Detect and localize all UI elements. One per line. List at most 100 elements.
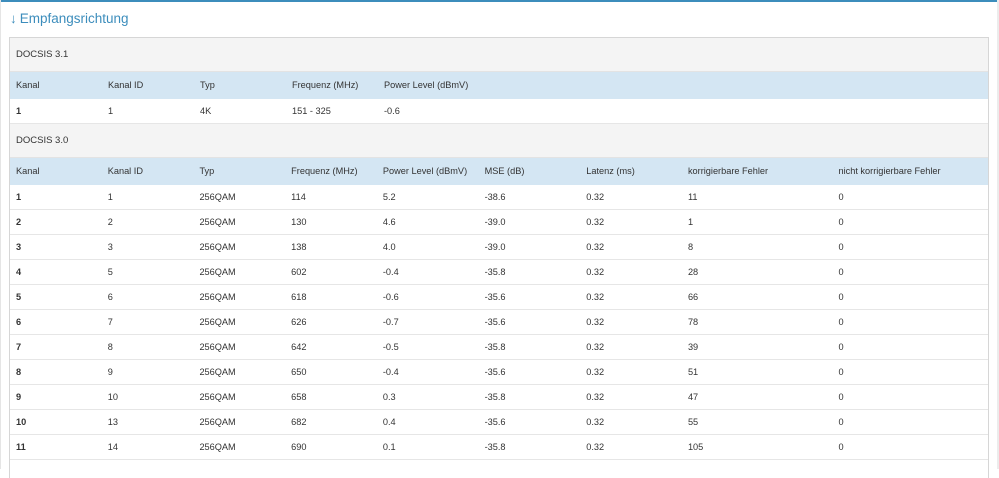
table-cell: 256QAM (199, 392, 236, 402)
table-cell: -35.6 (484, 367, 506, 377)
table-cell: 1 (107, 192, 113, 202)
col-header: Power Level (dBmV) (384, 80, 469, 90)
channel-number-cell: 8 (16, 367, 22, 377)
table-cell: 642 (291, 342, 307, 352)
col-header: Frequenz (MHz) (291, 166, 358, 176)
table-cell: 0 (838, 292, 844, 302)
col-header: Typ (199, 166, 215, 176)
table-cell: 55 (687, 417, 699, 427)
channel-number-cell: 1 (16, 106, 22, 116)
docsis30-heading: DOCSIS 3.0 (10, 124, 988, 158)
table-cell: 5.2 (382, 192, 396, 202)
col-header: Kanal ID (108, 80, 144, 90)
table-row: 6 7 256QAM 626 -0.7 -35.6 0.32 78 0 (10, 310, 988, 335)
channel-number-cell: 5 (16, 292, 22, 302)
docsis31-table-body: 1 1 4K 151 - 325 -0.6 (10, 99, 988, 124)
table-row: 1 1 4K 151 - 325 -0.6 (10, 99, 988, 124)
table-cell: -0.4 (382, 267, 399, 277)
col-header: Typ (200, 80, 215, 90)
docsis31-header-row: Kanal Kanal ID Typ Frequenz (MHz) Power … (10, 72, 988, 99)
table-cell: 256QAM (199, 192, 236, 202)
col-header: korrigierbare Fehler (687, 166, 769, 176)
col-header: Frequenz (MHz) (292, 80, 359, 90)
top-accent-line (0, 0, 999, 2)
table-cell: 0.4 (382, 417, 396, 427)
table-cell: 3 (107, 242, 113, 252)
table-row: 9 10 256QAM 658 0.3 -35.8 0.32 47 0 (10, 385, 988, 410)
table-cell: 0.32 (586, 292, 605, 302)
table-cell: 11 (687, 192, 698, 202)
table-row: 11 14 256QAM 690 0.1 -35.8 0.32 105 0 (10, 435, 988, 460)
channel-number-cell: 7 (16, 342, 22, 352)
table-cell: -35.6 (484, 317, 506, 327)
table-cell: 4.6 (382, 217, 396, 227)
channel-number-cell: 3 (16, 242, 22, 252)
table-cell: 6 (107, 292, 113, 302)
col-header: MSE (dB) (484, 166, 525, 176)
channel-number-cell: 4 (16, 267, 22, 277)
table-cell: 9 (107, 367, 113, 377)
channel-number-cell: 10 (16, 417, 27, 427)
table-row: 4 5 256QAM 602 -0.4 -35.8 0.32 28 0 (10, 260, 988, 285)
table-cell: 0.32 (586, 317, 605, 327)
table-cell: 0.32 (586, 192, 605, 202)
table-cell: 39 (687, 342, 699, 352)
table-cell: 51 (687, 367, 699, 377)
table-cell: 114 (291, 192, 306, 202)
table-cell: 1 (687, 217, 694, 227)
table-cell: 0 (838, 342, 844, 352)
table-cell: 256QAM (199, 267, 236, 277)
table-cell: 78 (687, 317, 699, 327)
table-cell: 2 (107, 217, 113, 227)
table-cell: 0.1 (382, 442, 396, 452)
table-cell: 0 (838, 442, 844, 452)
table-cell: 1 (108, 106, 114, 116)
table-cell: 256QAM (199, 217, 236, 227)
channel-number-cell: 9 (16, 392, 22, 402)
table-cell: 0 (838, 192, 844, 202)
section-title-empfangsrichtung[interactable]: ↓ Empfangsrichtung (10, 9, 129, 29)
table-cell: 0.32 (586, 442, 605, 452)
docsis31-heading: DOCSIS 3.1 (10, 38, 988, 72)
table-row: 1 1 256QAM 114 5.2 -38.6 0.32 11 0 (10, 185, 988, 210)
table-cell: 4K (200, 106, 212, 116)
table-cell: 682 (291, 417, 307, 427)
table-row: 5 6 256QAM 618 -0.6 -35.6 0.32 66 0 (10, 285, 988, 310)
table-cell: 0 (838, 392, 844, 402)
channel-number-cell: 2 (16, 217, 22, 227)
table-cell: 0.32 (586, 392, 605, 402)
docsis30-header-row: Kanal Kanal ID Typ Frequenz (MHz) Power … (10, 158, 988, 185)
table-cell: 10 (107, 392, 118, 402)
table-cell: -39.0 (484, 242, 506, 252)
table-cell: -35.8 (484, 267, 506, 277)
table-cell: 0.3 (382, 392, 396, 402)
table-cell: 14 (107, 442, 118, 452)
left-border (0, 0, 1, 469)
table-cell: 0 (838, 417, 844, 427)
col-header: Latenz (ms) (586, 166, 635, 176)
table-cell: 256QAM (199, 317, 236, 327)
table-cell: 256QAM (199, 367, 236, 377)
table-cell: 0.32 (586, 367, 605, 377)
table-cell: 13 (107, 417, 118, 427)
table-cell: 130 (291, 217, 307, 227)
table-cell: 256QAM (199, 442, 236, 452)
section-title-label: Empfangsrichtung (19, 11, 129, 26)
table-cell: 5 (107, 267, 113, 277)
table-cell: 658 (291, 392, 307, 402)
table-cell: 47 (687, 392, 699, 402)
table-cell: -39.0 (484, 217, 506, 227)
table-row: 8 9 256QAM 650 -0.4 -35.6 0.32 51 0 (10, 360, 988, 385)
col-header: Kanal ID (107, 166, 143, 176)
table-cell: 602 (291, 267, 307, 277)
table-cell: 256QAM (199, 417, 236, 427)
col-header: Power Level (dBmV) (382, 166, 468, 176)
table-cell: 0 (838, 267, 844, 277)
table-cell: -35.8 (484, 442, 506, 452)
docsis30-table-body: 1 1 256QAM 114 5.2 -38.6 0.32 11 0 2 2 256QAM 130 4.6… (10, 185, 988, 460)
channel-panel: DOCSIS 3.1 Kanal Kanal ID Typ Frequenz (… (9, 37, 989, 478)
table-cell: -35.8 (484, 392, 506, 402)
channel-number-cell: 1 (16, 192, 22, 202)
table-cell: -0.5 (382, 342, 399, 352)
table-cell: 7 (107, 317, 113, 327)
